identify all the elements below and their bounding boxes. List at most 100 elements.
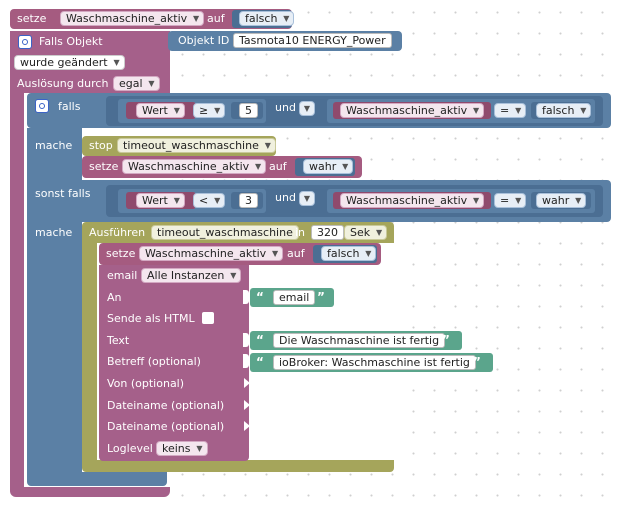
variable-dropdown[interactable]: Waschmaschine_aktiv ▼: [60, 11, 205, 26]
timeout-dropdown-2[interactable]: timeout_waschmaschine: [151, 225, 299, 240]
timeout-name: timeout_waschmaschine: [123, 139, 259, 152]
trigger-mode-row: wurde geändert ▼: [10, 53, 170, 73]
operator-dropdown-3[interactable]: < ▼: [193, 193, 226, 208]
variable-dropdown-1[interactable]: Waschmaschine_aktiv ▼: [340, 103, 485, 118]
wert-dropdown-2[interactable]: Wert ▼: [136, 193, 185, 208]
mache-label-2: mache: [35, 226, 73, 239]
quote-close-icon: ”: [473, 355, 481, 369]
an-text-field[interactable]: email: [273, 290, 316, 305]
if-block-bottom: [27, 472, 167, 486]
triangle-down-icon: ▼: [113, 58, 120, 67]
falls-objekt-row: Falls Objekt: [10, 31, 170, 53]
html-checkbox[interactable]: [202, 312, 214, 324]
an-text-block[interactable]: “ email ”: [250, 288, 334, 307]
gear-icon[interactable]: [18, 35, 32, 49]
delay-unit-dropdown[interactable]: Sek ▼: [344, 225, 388, 240]
input-arrow-icon: [244, 400, 250, 410]
and-dropdown-1[interactable]: ▼: [299, 101, 315, 116]
sonst-falls-label: sonst falls: [35, 187, 91, 200]
betreff-text-block[interactable]: “ ioBroker: Waschmaschine ist fertig ”: [250, 353, 493, 372]
triangle-down-icon: ▼: [473, 196, 480, 205]
operator-dropdown-1[interactable]: ≥ ▼: [193, 103, 226, 118]
triangle-down-icon: ▼: [375, 228, 383, 237]
triangle-down-icon: ▼: [173, 106, 180, 115]
object-id-field[interactable]: Tasmota10 ENERGY_Power: [233, 33, 392, 48]
trigger-mode-dropdown[interactable]: wurde geändert ▼: [14, 55, 125, 70]
input-arrow-icon: [244, 421, 250, 431]
ausloesung-label: Auslösung durch: [17, 77, 109, 90]
input-arrow-icon: [244, 378, 250, 388]
wert-value: Wert: [142, 104, 168, 117]
email-instance-value: Alle Instanzen: [147, 269, 225, 282]
set-variable-block-initial[interactable]: setze Waschmaschine_aktiv ▼ auf falsch ▼: [10, 9, 295, 29]
variable-name: Waschmaschine_aktiv: [346, 194, 468, 207]
operator-dropdown-4[interactable]: = ▼: [494, 193, 527, 208]
email-block[interactable]: email Alle Instanzen ▼ An Sende als HTML …: [99, 265, 250, 461]
triangle-down-icon: ▼: [283, 14, 290, 23]
triangle-down-icon: ▼: [148, 79, 155, 88]
object-id-label: Objekt ID: [178, 34, 230, 47]
wert-dropdown-1[interactable]: Wert ▼: [136, 103, 185, 118]
and-dropdown-2[interactable]: ▼: [299, 191, 315, 206]
variable-dropdown-4[interactable]: Waschmaschine_aktiv ▼: [139, 246, 284, 261]
variable-dropdown-2[interactable]: Waschmaschine_aktiv ▼: [122, 159, 267, 174]
operator-dropdown-2[interactable]: = ▼: [494, 103, 527, 118]
wahr-dropdown[interactable]: wahr ▼: [303, 159, 354, 174]
setze-label: setze: [17, 12, 47, 25]
operator-value: =: [500, 194, 510, 207]
input-socket: [243, 333, 249, 347]
betreff-text-field[interactable]: ioBroker: Waschmaschine ist fertig: [273, 355, 476, 370]
loglevel-value: keins: [162, 442, 191, 455]
falsch-dropdown-2[interactable]: falsch ▼: [536, 103, 592, 118]
ausloesung-dropdown[interactable]: egal ▼: [113, 76, 160, 91]
falsch-dropdown[interactable]: falsch ▼: [239, 11, 295, 26]
set-variable-block-false[interactable]: setze Waschmaschine_aktiv ▼ auf falsch ▼: [99, 243, 381, 265]
quote-open-icon: “: [256, 355, 264, 369]
triangle-down-icon: ▼: [303, 194, 310, 203]
object-id-block[interactable]: Objekt ID Tasmota10 ENERGY_Power: [168, 31, 402, 51]
setze-label: setze: [106, 247, 136, 260]
falsch-dropdown-3[interactable]: falsch ▼: [321, 246, 377, 261]
timeout-dropdown-1[interactable]: timeout_waschmaschine ▼: [117, 138, 276, 153]
text-text-block[interactable]: “ Die Waschmaschine ist fertig ”: [250, 331, 462, 350]
stop-timeout-block[interactable]: stop timeout_waschmaschine ▼: [82, 136, 276, 156]
variable-dropdown-3[interactable]: Waschmaschine_aktiv ▼: [340, 193, 485, 208]
timeout-name: timeout_waschmaschine: [157, 226, 293, 239]
variable-name: Waschmaschine_aktiv: [346, 104, 468, 117]
triangle-down-icon: ▼: [473, 106, 480, 115]
email-instance-dropdown[interactable]: Alle Instanzen ▼: [141, 268, 242, 283]
gear-icon[interactable]: [35, 99, 49, 113]
text-label: Text: [107, 334, 130, 347]
und-label-1: und: [275, 101, 296, 114]
falls-objekt-label: Falls Objekt: [39, 35, 103, 48]
ausloesung-row: Auslösung durch egal ▼: [10, 73, 170, 93]
set-variable-block-true[interactable]: setze Waschmaschine_aktiv ▼ auf wahr ▼: [82, 156, 362, 178]
and-block-2[interactable]: Wert ▼ < ▼ 3 und ▼ Waschmaschine_aktiv ▼ = ▼…: [106, 185, 603, 217]
variable-name: Waschmaschine_aktiv: [66, 12, 188, 25]
delay-field[interactable]: 320: [311, 225, 344, 240]
falsch-value: falsch: [542, 104, 575, 117]
loglevel-dropdown[interactable]: keins ▼: [156, 441, 208, 456]
setze-label: setze: [89, 160, 119, 173]
variable-name: Waschmaschine_aktiv: [145, 247, 267, 260]
triangle-down-icon: ▼: [193, 14, 200, 23]
and-block-1[interactable]: Wert ▼ ≥ ▼ 5 und ▼ Waschmaschine_aktiv ▼ = ▼…: [106, 96, 603, 126]
triangle-down-icon: ▼: [575, 196, 582, 205]
wahr-dropdown-2[interactable]: wahr ▼: [536, 193, 587, 208]
wert-value: Wert: [142, 194, 168, 207]
auf-label: auf: [287, 247, 305, 260]
stop-label: stop: [89, 139, 113, 152]
operator-value: <: [199, 194, 209, 207]
triangle-down-icon: ▼: [255, 162, 262, 171]
in-label: in: [295, 226, 306, 239]
quote-open-icon: “: [256, 290, 264, 304]
triangle-down-icon: ▼: [264, 141, 271, 150]
number-field-3[interactable]: 3: [239, 193, 258, 208]
text-text-field[interactable]: Die Waschmaschine ist fertig: [273, 333, 446, 348]
operator-value: =: [500, 104, 510, 117]
input-socket: [243, 290, 249, 304]
falsch-value: falsch: [245, 12, 278, 25]
number-field-5[interactable]: 5: [239, 103, 258, 118]
triangle-down-icon: ▼: [272, 249, 279, 258]
triangle-down-icon: ▼: [230, 271, 237, 280]
